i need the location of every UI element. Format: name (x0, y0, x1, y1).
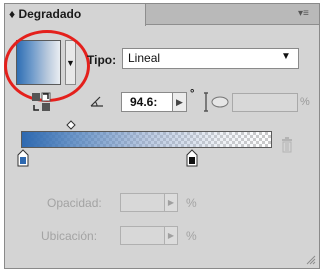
type-select-value: Lineal (128, 51, 161, 65)
angle-icon (90, 96, 103, 107)
panel-menu-icon[interactable]: ▾≡ (298, 7, 316, 21)
location-stepper-button[interactable]: ▶ (164, 226, 178, 245)
opacity-stepper-button[interactable]: ▶ (164, 193, 178, 212)
aspect-ratio-input[interactable] (232, 93, 298, 112)
angle-stepper-button[interactable]: ▶ (172, 92, 187, 112)
opacity-label: Opacidad: (47, 196, 102, 210)
location-label: Ubicación: (41, 229, 98, 243)
aspect-ratio-icon (204, 92, 229, 112)
gradient-stop-icon[interactable] (17, 149, 29, 167)
degree-symbol: ° (190, 88, 195, 100)
panel-title: ♦ Degradado (9, 7, 81, 21)
angle-value: 94.6: (130, 95, 158, 109)
resize-grip-icon[interactable] (306, 255, 316, 265)
gradient-stop-icon[interactable] (186, 149, 198, 167)
midpoint-diamond-icon[interactable] (66, 120, 76, 130)
panel-title-text: Degradado (18, 7, 82, 21)
tab-collapse-icon[interactable]: ♦ (9, 7, 15, 21)
opacity-unit: % (186, 196, 197, 210)
type-label: Tipo: (87, 53, 117, 67)
gradient-ramp[interactable] (21, 131, 272, 148)
trash-icon[interactable] (281, 137, 293, 153)
chevron-down-icon[interactable]: ▼ (281, 51, 291, 62)
aspect-ratio-unit: % (300, 96, 310, 108)
location-unit: % (186, 229, 197, 243)
reverse-gradient-icon[interactable] (30, 91, 52, 113)
